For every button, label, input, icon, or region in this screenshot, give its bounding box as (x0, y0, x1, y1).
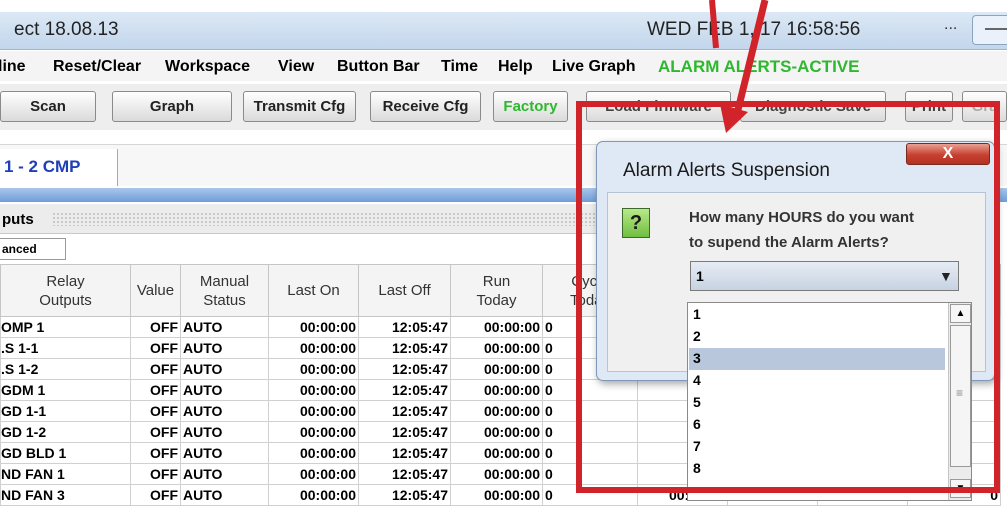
annotation-arrow-icon (709, 0, 769, 133)
